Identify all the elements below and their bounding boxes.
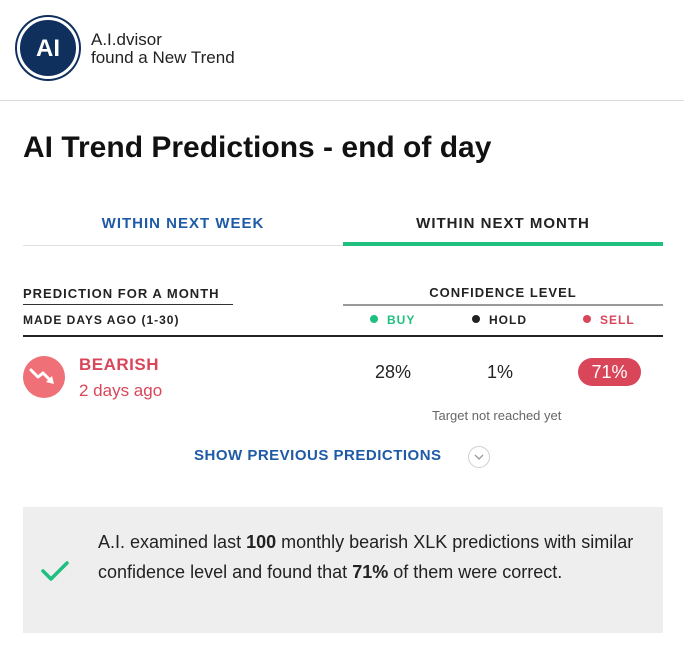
legend-hold: HOLD xyxy=(472,313,527,327)
page-title: AI Trend Predictions - end of day xyxy=(23,131,492,164)
checkmark-icon xyxy=(41,561,69,581)
chevron-down-icon[interactable] xyxy=(468,446,490,468)
legend-sell-label: SELL xyxy=(600,313,635,327)
buy-percentage: 28% xyxy=(375,362,412,382)
confidence-level-header: CONFIDENCE LEVEL xyxy=(343,285,663,306)
sell-percentage-badge: 71% xyxy=(578,358,641,386)
legend-buy-label: BUY xyxy=(387,313,416,327)
accuracy-summary-box: A.I. examined last 100 monthly bearish X… xyxy=(23,507,663,633)
sell-dot-icon xyxy=(583,315,591,323)
brand-subtitle: found a New Trend xyxy=(91,48,235,67)
prediction-made-days: 2 days ago xyxy=(79,381,163,400)
prediction-tabs: WITHIN NEXT WEEK WITHIN NEXT MONTH xyxy=(23,205,663,246)
summary-part1: A.I. examined last xyxy=(98,532,247,552)
legend-buy: BUY xyxy=(370,313,415,327)
brand-name: A.I.dvisor xyxy=(91,30,162,49)
prediction-direction: BEARISH xyxy=(79,355,160,374)
hold-percentage: 1% xyxy=(487,362,514,382)
prediction-column-header: PREDICTION FOR A MONTH xyxy=(23,286,233,305)
made-days-ago-header: MADE DAYS AGO (1-30) xyxy=(23,313,180,327)
brand-block: A.I.dvisor found a New Trend xyxy=(91,31,235,67)
show-previous-predictions-link[interactable]: SHOW PREVIOUS PREDICTIONS xyxy=(194,447,442,464)
summary-count: 100 xyxy=(246,532,277,552)
advisor-avatar: AI xyxy=(17,17,79,79)
table-divider xyxy=(23,335,663,337)
legend-sell: SELL xyxy=(583,313,635,327)
notification-header: AI A.I.dvisor found a New Trend xyxy=(0,0,684,101)
avatar-text: AI xyxy=(36,35,60,62)
summary-accuracy: 71% xyxy=(352,562,389,582)
tab-within-next-week[interactable]: WITHIN NEXT WEEK xyxy=(23,205,343,246)
tab-within-next-month[interactable]: WITHIN NEXT MONTH xyxy=(343,205,663,246)
buy-dot-icon xyxy=(370,315,378,323)
summary-text: A.I. examined last 100 monthly bearish X… xyxy=(98,527,638,587)
legend-hold-label: HOLD xyxy=(489,313,527,327)
bearish-trend-icon xyxy=(23,356,65,398)
summary-part3: of them were correct. xyxy=(388,562,563,582)
target-status: Target not reached yet xyxy=(432,408,562,423)
hold-dot-icon xyxy=(472,315,480,323)
